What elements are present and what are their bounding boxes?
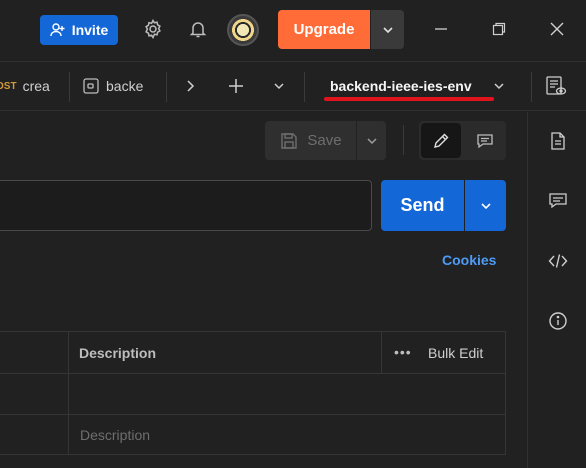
right-sidebar [527,112,586,468]
invite-label: Invite [71,22,109,38]
comments-panel-button[interactable] [545,188,571,214]
minimize-icon [435,28,447,30]
tab-divider [531,72,532,102]
column-divider [68,415,69,455]
minimize-button[interactable] [429,17,453,41]
tab-request-1[interactable]: OST crea [0,62,50,110]
column-divider [381,332,382,373]
code-icon [548,254,568,268]
table-row[interactable] [0,374,505,415]
chevron-down-icon [480,202,491,209]
notifications-button[interactable] [185,16,211,42]
environment-quick-look-icon [546,76,567,95]
save-button[interactable]: Save [265,121,356,160]
chevron-down-icon [382,26,393,33]
tab-divider [69,72,70,102]
comments-button[interactable] [465,123,504,158]
url-input[interactable] [0,180,372,231]
chevron-down-icon [494,83,504,90]
tab-label: backe [106,78,144,94]
pencil-icon [434,133,449,148]
title-bar: Invite Upgrade [0,0,586,61]
gear-icon [145,19,161,39]
highlight-underline [324,97,494,101]
tab-request-2[interactable]: backe [82,62,143,110]
chevron-down-icon [274,83,284,90]
tab-bar: OST crea backe backend-ieee-ies-env [0,61,586,111]
comment-icon [549,193,567,209]
environment-quick-look-button[interactable] [545,62,567,110]
table-row[interactable] [0,415,505,455]
send-options-button[interactable] [465,180,506,231]
settings-button[interactable] [140,16,166,42]
environment-dropdown-button[interactable] [492,62,506,110]
add-user-icon [50,23,65,37]
request-toolbar: Save [0,112,527,170]
plus-icon [229,79,243,93]
column-options-button[interactable]: ••• [394,344,412,360]
restore-icon [492,22,506,36]
tab-divider [166,72,167,102]
chevron-down-icon [366,137,377,144]
save-label: Save [307,132,342,149]
column-header-description: Description [79,345,157,361]
upgrade-button[interactable]: Upgrade [278,10,370,49]
description-input[interactable]: Description [80,427,150,443]
column-divider [68,332,69,373]
bulk-edit-button[interactable]: Bulk Edit [428,345,483,361]
toolbar-divider [403,125,404,155]
view-mode-toggle [419,121,506,160]
close-icon [550,22,564,36]
upgrade-label: Upgrade [293,21,355,38]
send-button[interactable]: Send [381,180,464,231]
tab-method: OST [0,80,17,92]
documentation-button[interactable] [545,128,571,154]
chevron-right-icon [187,80,195,92]
new-tab-button[interactable] [227,62,245,110]
environment-selector[interactable]: backend-ieee-ies-env [330,78,476,94]
save-options-button[interactable] [357,121,386,160]
invite-button[interactable]: Invite [40,15,118,45]
code-snippet-button[interactable] [545,248,571,274]
send-label: Send [400,195,445,215]
save-icon [281,132,298,149]
upgrade-menu-button[interactable] [371,10,404,49]
tab-divider [304,72,305,102]
request-icon [83,78,99,94]
edit-button[interactable] [421,123,461,158]
scroll-tabs-right-button[interactable] [183,62,197,110]
cookies-link[interactable]: Cookies [442,252,496,268]
bell-icon [189,22,207,38]
close-button[interactable] [545,17,569,41]
restore-button[interactable] [487,17,511,41]
params-table: Description ••• Bulk Edit Description [0,331,506,455]
tab-list-button[interactable] [272,62,286,110]
document-icon [551,132,565,150]
info-icon [549,312,567,330]
column-divider [68,374,69,414]
tab-label: crea [22,78,50,94]
info-button[interactable] [545,308,571,334]
table-header-row: Description ••• Bulk Edit [0,332,505,374]
comment-icon [476,133,493,148]
avatar[interactable] [227,14,259,46]
